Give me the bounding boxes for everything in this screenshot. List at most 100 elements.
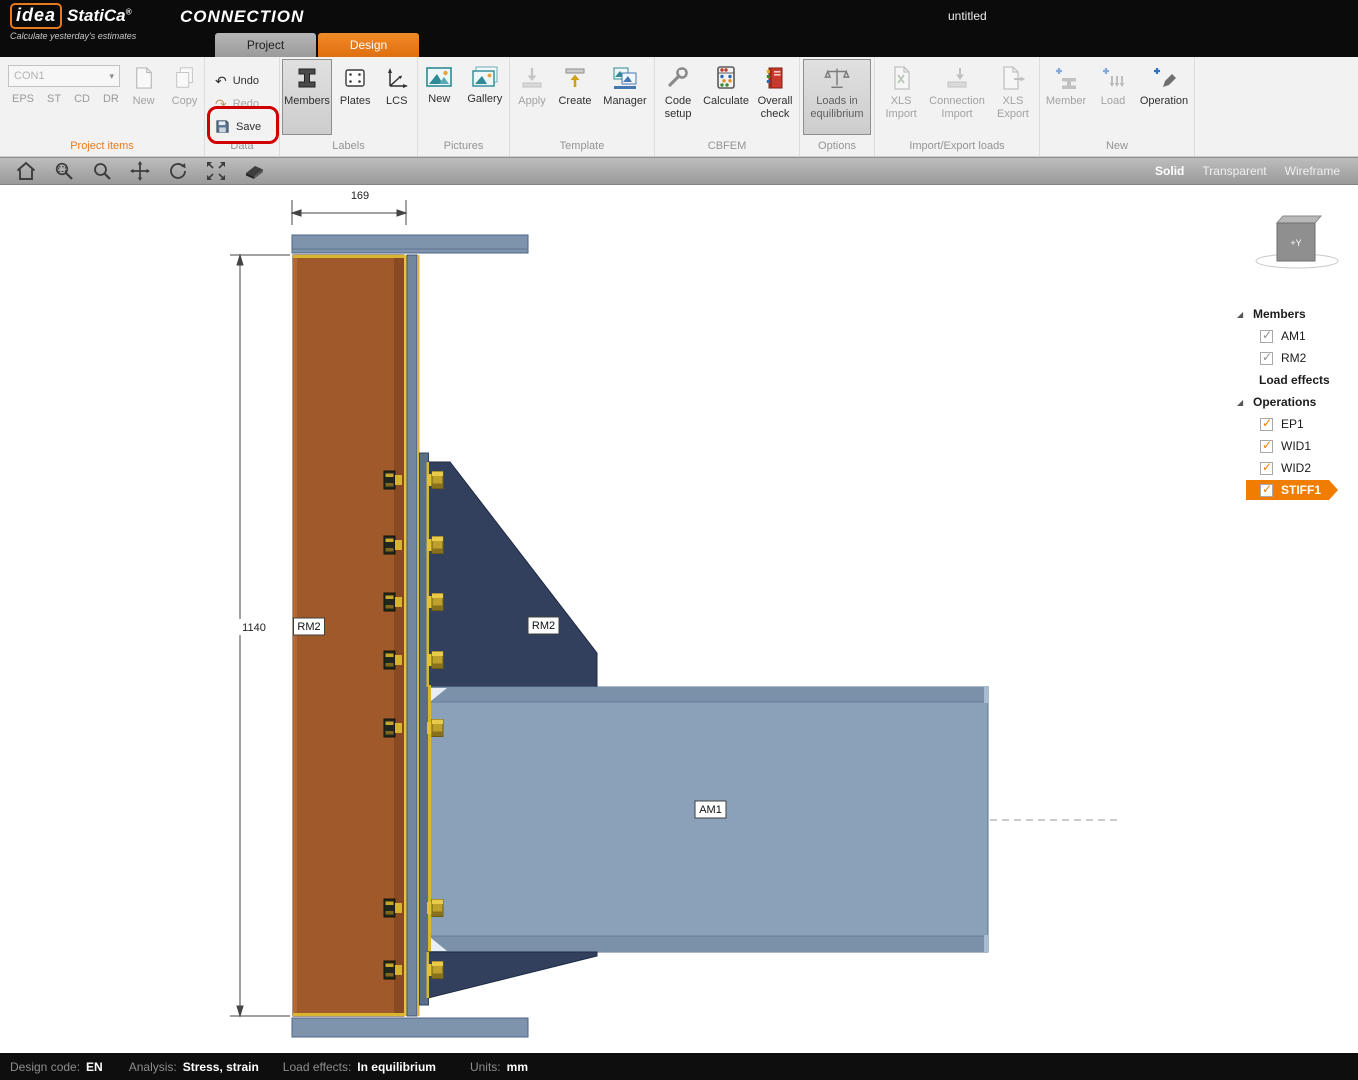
expander-icon[interactable]: ◢ — [1237, 398, 1246, 407]
ribbon-spacer — [1195, 57, 1358, 156]
model-viewport[interactable]: 169 1140 — [0, 185, 1358, 1053]
stiffener-plate-bottom[interactable] — [427, 952, 598, 998]
new-member-button[interactable]: Member — [1043, 59, 1089, 135]
orientation-cube[interactable]: +Y — [1256, 216, 1338, 268]
st-button[interactable]: ST — [47, 93, 61, 105]
expander-icon[interactable]: ◢ — [1237, 310, 1246, 319]
zoom-window-icon[interactable] — [52, 160, 76, 182]
undo-icon: ↶ — [215, 74, 227, 88]
logo-statica-text: StatiCa® — [67, 6, 131, 26]
members-icon — [294, 65, 320, 91]
tree-item-wid2[interactable]: WID2 — [1230, 457, 1358, 479]
render-mode-solid[interactable]: Solid — [1155, 164, 1184, 178]
plates-icon — [342, 65, 368, 91]
tree-item-rm2[interactable]: RM2 — [1230, 347, 1358, 369]
tree-operations-header[interactable]: ◢ Operations — [1230, 391, 1358, 413]
tree-load-effects-header[interactable]: Load effects — [1230, 369, 1358, 391]
template-create-button[interactable]: Create — [555, 59, 595, 135]
svg-text:AM1: AM1 — [699, 804, 722, 816]
module-title: CONNECTION — [180, 7, 304, 27]
svg-text:RM2: RM2 — [297, 621, 320, 633]
new-operation-icon — [1151, 65, 1177, 91]
project-item-combo[interactable]: CON1 ▾ — [8, 65, 120, 87]
picture-new-button[interactable]: New — [420, 59, 459, 135]
cd-button[interactable]: CD — [74, 93, 90, 105]
ribbon-group-labels: Members Plates LCS Labels — [280, 57, 418, 156]
tree-members-header[interactable]: ◢ Members — [1230, 303, 1358, 325]
group-label-cbfem: CBFEM — [655, 139, 799, 156]
new-operation-button[interactable]: Operation — [1137, 59, 1191, 135]
abacus-icon — [713, 65, 739, 91]
ribbon-group-pictures: New Gallery Pictures — [418, 57, 510, 156]
redo-button[interactable]: ↷ Redo — [207, 92, 277, 115]
render-mode-wireframe[interactable]: Wireframe — [1285, 164, 1340, 178]
tree-item-stiff1[interactable]: STIFF1 — [1230, 479, 1358, 501]
svg-text:RM2: RM2 — [532, 620, 555, 632]
new-load-button[interactable]: Load — [1092, 59, 1134, 135]
connection-drawing[interactable]: 169 1140 — [0, 185, 1358, 1053]
eps-button[interactable]: EPS — [12, 93, 34, 105]
ribbon-group-import-export: XLS Import Connection Import XLS Export … — [875, 57, 1040, 156]
section-cut-icon[interactable] — [242, 160, 266, 182]
save-button[interactable]: Save — [207, 115, 277, 138]
ribbon-group-new: Member Load Operation New — [1040, 57, 1195, 156]
gallery-icon — [471, 65, 499, 89]
title-bar: idea StatiCa® Calculate yesterday's esti… — [0, 0, 1358, 57]
create-template-icon — [562, 65, 588, 91]
checkbox-am1[interactable] — [1260, 330, 1273, 343]
beam-am1[interactable] — [428, 685, 989, 954]
dr-button[interactable]: DR — [103, 93, 119, 105]
undo-button[interactable]: ↶ Undo — [207, 69, 277, 92]
overall-check-button[interactable]: Overall check — [753, 59, 797, 135]
bottom-flange-plate[interactable] — [292, 1018, 528, 1037]
combo-value: CON1 — [14, 70, 45, 82]
zoom-fit-icon[interactable] — [204, 160, 228, 182]
tree-item-ep1[interactable]: EP1 — [1230, 413, 1358, 435]
calculate-button[interactable]: Calculate — [702, 59, 750, 135]
rotate-view-icon[interactable] — [166, 160, 190, 182]
ribbon-group-project-items: CON1 ▾ EPS ST CD DR New Copy — [0, 57, 205, 156]
connection-import-button[interactable]: Connection Import — [928, 59, 986, 135]
zoom-icon[interactable] — [90, 160, 114, 182]
view-toolbar: Solid Transparent Wireframe — [0, 157, 1358, 185]
labels-lcs-button[interactable]: LCS — [378, 59, 415, 135]
xls-import-icon — [888, 65, 914, 91]
new-project-item-button[interactable]: New — [126, 59, 161, 135]
dimension-height-value: 1140 — [242, 622, 266, 634]
tab-project[interactable]: Project — [215, 33, 316, 57]
tab-design[interactable]: Design — [318, 33, 419, 57]
checkbox-wid1[interactable] — [1260, 440, 1273, 453]
checkbox-ep1[interactable] — [1260, 418, 1273, 431]
checkbox-rm2[interactable] — [1260, 352, 1273, 365]
copy-project-item-button[interactable]: Copy — [167, 59, 202, 135]
checkbox-stiff1[interactable] — [1260, 484, 1273, 497]
labels-members-button[interactable]: Members — [282, 59, 332, 135]
xls-export-button[interactable]: XLS Export — [989, 59, 1037, 135]
code-setup-button[interactable]: Code setup — [657, 59, 699, 135]
logo-tagline: Calculate yesterday's estimates — [10, 31, 136, 41]
pan-icon[interactable] — [128, 160, 152, 182]
tree-item-wid1[interactable]: WID1 — [1230, 435, 1358, 457]
group-label-new: New — [1040, 139, 1194, 156]
ribbon-group-template: Apply Create Manager Template — [510, 57, 655, 156]
column-web-strip[interactable] — [407, 255, 420, 1016]
gusset-plate-top[interactable] — [427, 462, 598, 687]
loads-in-equilibrium-toggle[interactable]: Loads in equilibrium — [803, 59, 871, 135]
group-label-template: Template — [510, 139, 654, 156]
lcs-axes-icon — [384, 65, 410, 91]
ribbon-group-data: ↶ Undo ↷ Redo Save Data — [205, 57, 280, 156]
labels-plates-button[interactable]: Plates — [336, 59, 374, 135]
template-manager-button[interactable]: Manager — [598, 59, 652, 135]
checkbox-wid2[interactable] — [1260, 462, 1273, 475]
xls-import-button[interactable]: XLS Import — [877, 59, 925, 135]
home-view-icon[interactable] — [14, 160, 38, 182]
logo-idea-mark: idea — [10, 3, 62, 29]
picture-gallery-button[interactable]: Gallery — [463, 59, 507, 135]
render-mode-transparent[interactable]: Transparent — [1202, 164, 1266, 178]
top-flange-plate[interactable] — [292, 235, 528, 253]
tree-item-am1[interactable]: AM1 — [1230, 325, 1358, 347]
apply-template-icon — [519, 65, 545, 91]
selected-operation-highlight: STIFF1 — [1246, 480, 1338, 500]
template-apply-button[interactable]: Apply — [512, 59, 552, 135]
connection-import-icon — [944, 65, 970, 91]
